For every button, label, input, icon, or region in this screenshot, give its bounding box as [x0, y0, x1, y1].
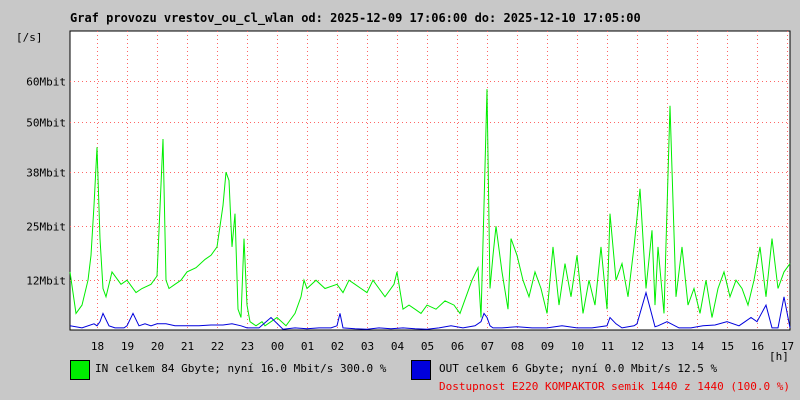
in-legend-swatch: [70, 360, 90, 380]
x-tick-label: 20: [151, 340, 164, 353]
x-tick-label: 15: [721, 340, 734, 353]
x-tick-label: 02: [331, 340, 344, 353]
x-tick-label: 23: [241, 340, 254, 353]
x-tick-label: 04: [391, 340, 405, 353]
in-legend-text: IN celkem 84 Gbyte; nyní 16.0 Mbit/s 300…: [95, 362, 387, 375]
x-tick-label: 11: [601, 340, 614, 353]
availability-text: Dostupnost E220 KOMPAKTOR semik 1440 z 1…: [439, 380, 790, 393]
out-legend-text: OUT celkem 6 Gbyte; nyní 0.0 Mbit/s 12.5…: [439, 362, 718, 375]
x-tick-label: 18: [91, 340, 104, 353]
x-tick-label: 22: [211, 340, 224, 353]
x-tick-label: 05: [421, 340, 434, 353]
x-axis-label: [h]: [769, 350, 789, 363]
out-legend-swatch: [411, 360, 431, 380]
x-tick-label: 09: [541, 340, 554, 353]
x-tick-label: 00: [271, 340, 284, 353]
y-tick-label: 60Mbit: [26, 76, 66, 89]
x-tick-label: 08: [511, 340, 524, 353]
x-tick-label: 14: [691, 340, 705, 353]
y-tick-label: 25Mbit: [26, 221, 66, 234]
x-tick-label: 03: [361, 340, 374, 353]
x-tick-label: 01: [301, 340, 314, 353]
y-tick-label: 12Mbit: [26, 275, 66, 288]
y-tick-label: 38Mbit: [26, 167, 66, 180]
x-tick-label: 21: [181, 340, 194, 353]
x-tick-label: 19: [121, 340, 134, 353]
x-tick-label: 16: [751, 340, 764, 353]
plot-area: [69, 30, 791, 331]
y-axis-label: [/s]: [16, 31, 43, 44]
traffic-chart: 12Mbit 25Mbit 38Mbit 50Mbit 60Mbit 18 19 20 21 22…: [16, 30, 794, 363]
x-tick-label: 07: [481, 340, 494, 353]
x-tick-label: 13: [661, 340, 674, 353]
x-tick-label: 12: [631, 340, 644, 353]
y-tick-label: 50Mbit: [26, 117, 66, 130]
x-tick-label: 10: [571, 340, 584, 353]
x-tick-label: 06: [451, 340, 464, 353]
